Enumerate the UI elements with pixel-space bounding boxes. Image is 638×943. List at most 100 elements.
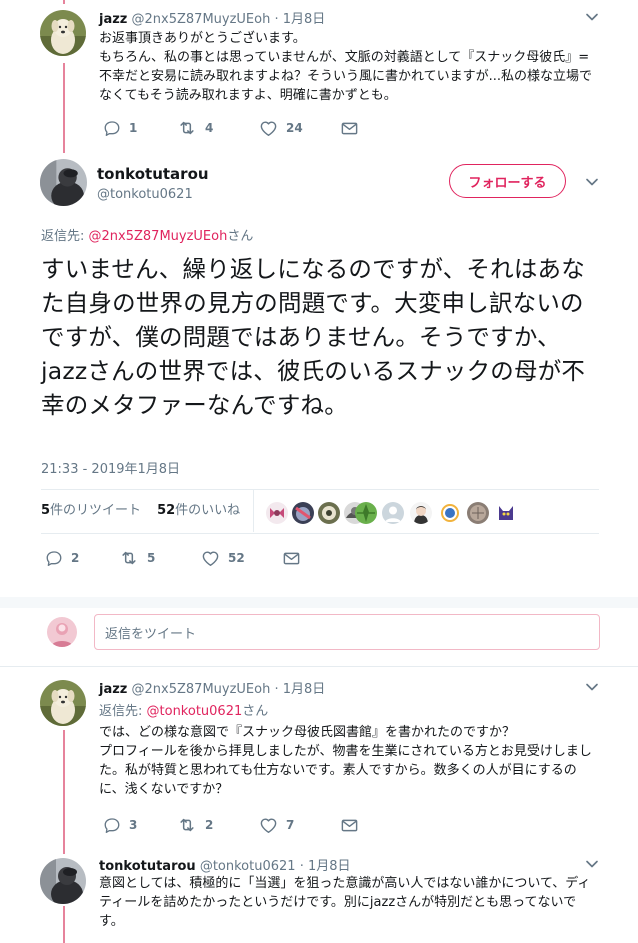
avatar-tonko-image bbox=[40, 159, 87, 206]
reply-input[interactable]: 返信をツイート bbox=[94, 614, 600, 650]
liker-avatar[interactable] bbox=[467, 502, 489, 524]
reply-icon bbox=[45, 549, 63, 567]
user-handle[interactable]: @2nx5Z87MuyzUEoh bbox=[132, 12, 271, 27]
envelope-icon bbox=[282, 549, 301, 568]
follow-button[interactable]: フォローする bbox=[449, 164, 566, 198]
reply-to-prefix: 返信先: bbox=[99, 704, 147, 719]
reply-count: 2 bbox=[71, 551, 80, 565]
retweet-icon bbox=[119, 548, 139, 568]
avatar-dog-image bbox=[40, 680, 86, 726]
avatar-tonko-image bbox=[40, 858, 86, 904]
like-count: 24 bbox=[286, 121, 303, 135]
heart-icon bbox=[201, 549, 220, 568]
liker-avatar[interactable] bbox=[266, 502, 288, 524]
display-name[interactable]: jazz bbox=[99, 12, 127, 27]
reply-count: 3 bbox=[129, 818, 138, 832]
reply-button[interactable]: 3 bbox=[103, 815, 137, 835]
display-name[interactable]: jazz bbox=[99, 682, 127, 697]
more-options-button[interactable] bbox=[582, 854, 602, 874]
reply-count: 1 bbox=[129, 121, 138, 135]
retweet-icon bbox=[177, 815, 197, 835]
liker-avatar[interactable] bbox=[439, 502, 461, 524]
liker-avatar[interactable] bbox=[410, 502, 432, 524]
chevron-down-icon bbox=[582, 677, 602, 697]
chevron-down-icon bbox=[582, 172, 602, 192]
reply-button[interactable]: 2 bbox=[45, 548, 79, 568]
reply-to-line: 返信先: @2nx5Z87MuyzUEohさん bbox=[41, 225, 253, 244]
like-button[interactable]: 24 bbox=[259, 118, 303, 138]
tweet-header: jazz @2nx5Z87MuyzUEoh · 1月8日 bbox=[99, 8, 325, 27]
liker-avatar[interactable] bbox=[495, 502, 517, 524]
main-tweet-text: すいません、繰り返しになるのですが、それはあなた自身の世界の見方の問題です。大変… bbox=[41, 255, 586, 419]
tweet-text: 意図としては、積極的に「当選」を狙った意識が高い人ではない誰かについて、ディティ… bbox=[99, 876, 591, 929]
dm-button[interactable] bbox=[282, 548, 309, 568]
divider bbox=[41, 489, 599, 490]
liker-avatar[interactable] bbox=[355, 502, 377, 524]
retweet-count: 2 bbox=[205, 818, 214, 832]
retweet-button[interactable]: 5 bbox=[119, 548, 155, 568]
thread-line-4 bbox=[63, 906, 65, 943]
avatar[interactable] bbox=[40, 10, 86, 56]
chevron-down-icon bbox=[582, 7, 602, 27]
tweet-header: tonkotutarou @tonkotu0621 · 1月8日 bbox=[99, 855, 351, 874]
like-count: 7 bbox=[286, 818, 295, 832]
current-user-avatar[interactable] bbox=[47, 617, 77, 647]
tweet-actions: 1 4 24 bbox=[99, 118, 399, 138]
liker-avatar[interactable] bbox=[292, 502, 314, 524]
thread-line-top bbox=[63, 0, 65, 4]
tweet-header: jazz @2nx5Z87MuyzUEoh · 1月8日 bbox=[99, 678, 325, 697]
tweet-actions: 3 2 7 bbox=[99, 815, 399, 835]
avatar-dog-image bbox=[40, 10, 86, 56]
stats-separator bbox=[253, 490, 254, 532]
avatar[interactable] bbox=[40, 159, 87, 206]
divider bbox=[0, 666, 638, 667]
retweet-stat-label: 件のリツイート bbox=[50, 503, 142, 518]
avatar[interactable] bbox=[40, 858, 86, 904]
avatar[interactable] bbox=[40, 680, 86, 726]
envelope-icon bbox=[340, 119, 359, 138]
dot-separator: · bbox=[274, 12, 279, 27]
chevron-down-icon bbox=[582, 854, 602, 874]
reply-icon bbox=[103, 119, 121, 137]
liker-avatar[interactable] bbox=[318, 502, 340, 524]
more-options-button[interactable] bbox=[582, 677, 602, 697]
like-count: 52 bbox=[228, 551, 245, 565]
more-options-button[interactable] bbox=[582, 7, 602, 27]
retweet-stat-link[interactable]: 5件のリツイート bbox=[41, 503, 141, 518]
like-button[interactable]: 7 bbox=[259, 815, 294, 835]
dm-button[interactable] bbox=[340, 118, 367, 138]
tweet-actions: 2 5 52 bbox=[41, 548, 341, 568]
tweet-date[interactable]: 1月8日 bbox=[283, 12, 326, 27]
reply-button[interactable]: 1 bbox=[103, 118, 137, 138]
like-button[interactable]: 52 bbox=[201, 548, 245, 568]
divider bbox=[41, 533, 599, 534]
reply-to-line: 返信先: @tonkotu0621さん bbox=[99, 700, 268, 719]
dot-separator: · bbox=[299, 859, 304, 874]
section-gap bbox=[0, 597, 638, 608]
like-stat-count: 52 bbox=[157, 503, 176, 518]
liker-avatar[interactable] bbox=[382, 502, 404, 524]
user-handle[interactable]: @tonkotu0621 bbox=[200, 859, 296, 874]
more-options-button[interactable] bbox=[582, 172, 602, 192]
reply-to-handle-link[interactable]: @2nx5Z87MuyzUEoh bbox=[89, 229, 228, 244]
retweet-button[interactable]: 4 bbox=[177, 118, 213, 138]
reply-icon bbox=[103, 816, 121, 834]
retweet-stat-count: 5 bbox=[41, 503, 51, 518]
dot-separator: · bbox=[274, 682, 279, 697]
retweet-button[interactable]: 2 bbox=[177, 815, 213, 835]
display-name[interactable]: tonkotutarou bbox=[99, 859, 196, 874]
retweet-icon bbox=[177, 118, 197, 138]
user-handle[interactable]: @2nx5Z87MuyzUEoh bbox=[132, 682, 271, 697]
tweet-date[interactable]: 1月8日 bbox=[308, 859, 351, 874]
tweet-stats: 5件のリツイート 52件のいいね bbox=[41, 499, 240, 518]
display-name[interactable]: tonkotutarou bbox=[97, 165, 209, 183]
like-stat-link[interactable]: 52件のいいね bbox=[157, 503, 240, 518]
heart-icon bbox=[259, 816, 278, 835]
thread-line-1 bbox=[63, 63, 65, 153]
tweet-date[interactable]: 1月8日 bbox=[283, 682, 326, 697]
tweet-timestamp[interactable]: 21:33 - 2019年1月8日 bbox=[41, 458, 180, 477]
dm-button[interactable] bbox=[340, 815, 367, 835]
reply-to-handle-link[interactable]: @tonkotu0621 bbox=[147, 704, 243, 719]
like-stat-label: 件のいいね bbox=[175, 503, 241, 518]
user-handle[interactable]: @tonkotu0621 bbox=[97, 187, 193, 202]
